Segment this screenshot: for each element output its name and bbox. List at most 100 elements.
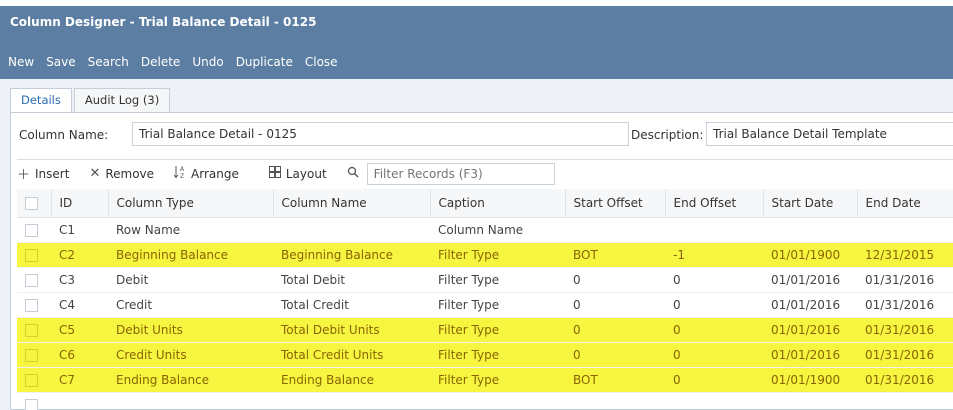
row-checkbox[interactable]: [17, 342, 51, 368]
cell-end-offset: -1: [665, 242, 763, 268]
sort-az-icon: AZ: [173, 165, 186, 183]
insert-label: Insert: [35, 166, 70, 181]
table-row[interactable]: C6 Credit Units Total Credit Units Filte…: [17, 342, 953, 368]
cell-column-name: Ending Balance: [273, 367, 430, 393]
cell-start-offset: 0: [565, 267, 665, 293]
cell-end-date: 12/31/2015: [857, 242, 953, 268]
cell-column-name: Total Debit Units: [273, 317, 430, 343]
select-all-checkbox[interactable]: [17, 189, 52, 218]
header-end-date[interactable]: End Date: [857, 189, 953, 218]
cell-start-offset: 0: [565, 292, 665, 318]
cell-caption: Filter Type: [430, 342, 565, 368]
tab-strip: Details Audit Log (3): [10, 88, 172, 112]
delete-button[interactable]: Delete: [141, 55, 180, 69]
tab-audit-log[interactable]: Audit Log (3): [73, 88, 171, 112]
window-title: Column Designer - Trial Balance Detail -…: [10, 15, 317, 29]
cell-column-name: Beginning Balance: [273, 242, 430, 268]
table-row[interactable]: C5 Debit Units Total Debit Units Filter …: [17, 317, 953, 343]
new-button[interactable]: New: [8, 55, 34, 69]
table-row[interactable]: C4 Credit Total Credit Filter Type 0 0 0…: [17, 292, 953, 318]
cell-start-date: 01/01/2016: [763, 317, 857, 343]
cell-start-offset: 0: [565, 342, 665, 368]
cell-end-offset: 0: [665, 342, 763, 368]
row-checkbox[interactable]: [17, 317, 51, 343]
description-field[interactable]: Trial Balance Detail Template: [706, 122, 953, 146]
table-row[interactable]: C7 Ending Balance Ending Balance Filter …: [17, 367, 953, 393]
grid-toolbar: ＋ Insert ✕ Remove AZ Arrange Layout: [17, 159, 953, 187]
cell-caption: Filter Type: [430, 317, 565, 343]
cell-caption: Filter Type: [430, 292, 565, 318]
cell-start-date: 01/01/1900: [763, 242, 857, 268]
header-id[interactable]: ID: [51, 189, 109, 218]
remove-label: Remove: [105, 166, 155, 181]
filter-records-input[interactable]: [366, 162, 555, 185]
cell-caption: Filter Type: [430, 367, 565, 393]
save-button[interactable]: Save: [46, 55, 75, 69]
close-button[interactable]: Close: [305, 55, 338, 69]
cell-id: C3: [51, 267, 108, 293]
header-start-offset[interactable]: Start Offset: [565, 189, 666, 218]
cell-column-name: Total Credit Units: [273, 342, 430, 368]
search-button[interactable]: Search: [88, 55, 129, 69]
cell-end-date: 01/31/2016: [857, 292, 953, 318]
undo-button[interactable]: Undo: [192, 55, 223, 69]
cell-start-offset: BOT: [565, 242, 665, 268]
cell-id: C1: [51, 217, 108, 243]
table-row[interactable]: C1 Row Name Column Name: [17, 217, 953, 243]
header-form: Column Name: Trial Balance Detail - 0125…: [11, 113, 953, 153]
row-checkbox[interactable]: [17, 367, 51, 393]
cell-start-offset: [565, 217, 665, 243]
title-bar: Column Designer - Trial Balance Detail -…: [0, 6, 953, 44]
cell-end-date: 01/31/2016: [857, 342, 953, 368]
cell-end-offset: [665, 217, 763, 243]
row-checkbox[interactable]: [17, 392, 51, 410]
cell-column-name: Total Debit: [273, 267, 430, 293]
row-checkbox[interactable]: [17, 217, 51, 243]
cell-start-date: 01/01/2016: [763, 342, 857, 368]
cell-column-name: [273, 217, 430, 243]
cell-end-date: [857, 217, 953, 243]
cell-id: C6: [51, 342, 108, 368]
row-checkbox[interactable]: [17, 292, 51, 318]
remove-button[interactable]: ✕ Remove: [89, 166, 154, 181]
arrange-button[interactable]: AZ Arrange: [173, 165, 239, 183]
cell-start-date: 01/01/2016: [763, 267, 857, 293]
insert-button[interactable]: ＋ Insert: [17, 164, 70, 184]
svg-text:A: A: [180, 166, 185, 173]
duplicate-button[interactable]: Duplicate: [236, 55, 293, 69]
table-row[interactable]: C2 Beginning Balance Beginning Balance F…: [17, 242, 953, 268]
svg-text:Z: Z: [180, 173, 184, 179]
columns-grid: ID Column Type Column Name Caption Start…: [17, 189, 953, 410]
plus-icon: ＋: [17, 168, 31, 183]
filter-box: [347, 162, 555, 185]
header-start-date[interactable]: Start Date: [763, 189, 858, 218]
tab-details[interactable]: Details: [10, 88, 72, 112]
content-area: Details Audit Log (3) Column Name: Trial…: [0, 79, 953, 410]
cell-id: C2: [51, 242, 108, 268]
header-end-offset[interactable]: End Offset: [665, 189, 764, 218]
header-column-type[interactable]: Column Type: [108, 189, 274, 218]
x-icon: ✕: [89, 166, 101, 181]
cell-column-type: Debit Units: [108, 317, 273, 343]
cell-end-date: 01/31/2016: [857, 317, 953, 343]
cell-column-name: Total Credit: [273, 292, 430, 318]
layout-button[interactable]: Layout: [268, 165, 327, 182]
cell-column-type: Beginning Balance: [108, 242, 273, 268]
description-label: Description:: [631, 128, 704, 142]
grid-layout-icon: [268, 165, 281, 182]
row-checkbox[interactable]: [17, 267, 51, 293]
row-checkbox[interactable]: [17, 242, 51, 268]
column-name-field[interactable]: Trial Balance Detail - 0125: [132, 122, 629, 146]
cell-id: C4: [51, 292, 108, 318]
cell-caption: Filter Type: [430, 242, 565, 268]
cell-caption: Filter Type: [430, 267, 565, 293]
cell-id: C7: [51, 367, 108, 393]
header-caption[interactable]: Caption: [430, 189, 566, 218]
cell-column-type: Credit Units: [108, 342, 273, 368]
header-column-name[interactable]: Column Name: [273, 189, 431, 218]
cell-end-offset: 0: [665, 292, 763, 318]
table-row[interactable]: C3 Debit Total Debit Filter Type 0 0 01/…: [17, 267, 953, 293]
new-record-row[interactable]: [17, 392, 953, 410]
cell-column-type: Debit: [108, 267, 273, 293]
details-panel: Column Name: Trial Balance Detail - 0125…: [10, 112, 953, 410]
